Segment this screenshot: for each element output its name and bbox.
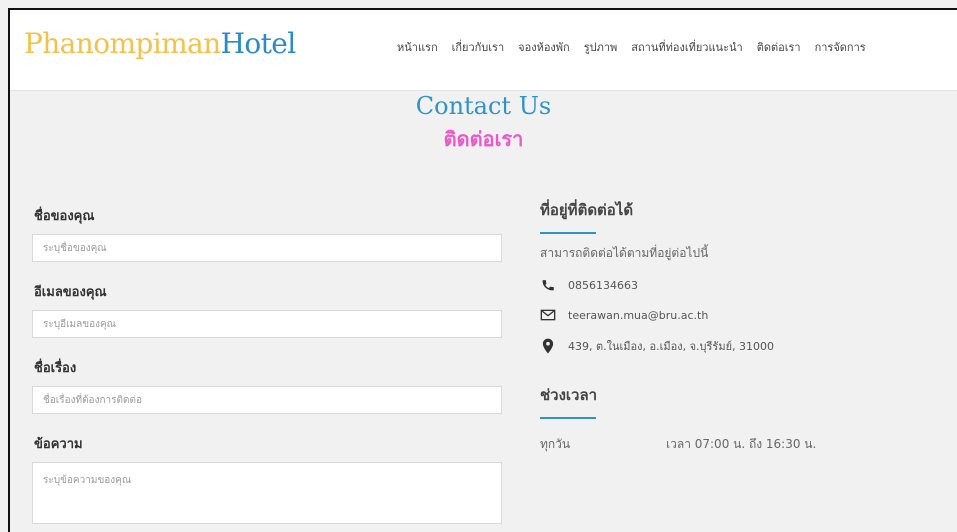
nav-item-about[interactable]: เกี่ยวกับเรา	[452, 36, 505, 58]
contact-address: 439, ต.ในเมือง, อ.เมือง, จ.บุรีรัมย์, 31…	[568, 340, 775, 353]
contact-info: ที่อยู่ที่ติดต่อได้ สามารถติดต่อได้ตามที…	[540, 198, 940, 454]
site-header: PhanompimanHotel หน้าแรก เกี่ยวกับเรา จอ…	[10, 10, 957, 91]
subject-label: ชื่อเรื่อง	[34, 361, 77, 376]
brand-part-2: Hotel	[220, 27, 297, 60]
contact-heading: ที่อยู่ที่ติดต่อได้	[540, 201, 634, 219]
nav-item-home[interactable]: หน้าแรก	[397, 36, 438, 58]
name-input[interactable]	[32, 234, 502, 262]
page-title-th: ติดต่อเรา	[443, 127, 524, 151]
nav-item-gallery[interactable]: รูปภาพ	[584, 36, 618, 58]
mail-icon	[540, 307, 556, 323]
main-nav: หน้าแรก เกี่ยวกับเรา จองห้องพัก รูปภาพ ส…	[397, 36, 866, 58]
email-label: อีเมลของคุณ	[34, 285, 107, 300]
contact-subtext: สามารถติดต่อได้ตามที่อยู่ต่อไปนี้	[540, 246, 709, 260]
location-pin-icon	[540, 338, 556, 354]
time-underline	[540, 417, 596, 419]
nav-item-management[interactable]: การจัดการ	[815, 36, 866, 58]
time-heading: ช่วงเวลา	[540, 386, 598, 404]
time-section: ช่วงเวลา ทุกวัน เวลา 07:00 น. ถึง 16:30 …	[540, 383, 940, 454]
name-label: ชื่อของคุณ	[34, 209, 95, 224]
hours-time: เวลา 07:00 น. ถึง 16:30 น.	[666, 437, 817, 451]
nav-item-attractions[interactable]: สถานที่ท่องเที่ยวแนะนำ	[631, 36, 742, 58]
page-title-en: Contact Us	[415, 92, 552, 120]
phone-icon	[540, 277, 556, 293]
message-textarea[interactable]	[32, 462, 502, 524]
address-row: 439, ต.ในเมือง, อ.เมือง, จ.บุรีรัมย์, 31…	[540, 337, 940, 355]
phone-row: 0856134663	[540, 277, 940, 293]
heading-underline	[540, 232, 596, 234]
subject-input[interactable]	[32, 386, 502, 414]
browser-frame: PhanompimanHotel หน้าแรก เกี่ยวกับเรา จอ…	[8, 8, 957, 532]
hours-day: ทุกวัน	[540, 437, 571, 451]
contact-form: ชื่อของคุณ อีเมลของคุณ ชื่อเรื่อง ข้อควา…	[32, 205, 502, 528]
brand-part-1: Phanompiman	[24, 27, 221, 60]
nav-item-booking[interactable]: จองห้องพัก	[518, 36, 570, 58]
contact-email[interactable]: teerawan.mua@bru.ac.th	[568, 309, 708, 322]
email-input[interactable]	[32, 310, 502, 338]
email-row: teerawan.mua@bru.ac.th	[540, 307, 940, 323]
message-label: ข้อความ	[34, 437, 83, 452]
nav-item-contact[interactable]: ติดต่อเรา	[757, 36, 801, 58]
phone-number: 0856134663	[568, 278, 638, 292]
site-logo[interactable]: PhanompimanHotel	[24, 30, 296, 58]
opening-hours: ทุกวัน เวลา 07:00 น. ถึง 16:30 น.	[540, 435, 940, 454]
